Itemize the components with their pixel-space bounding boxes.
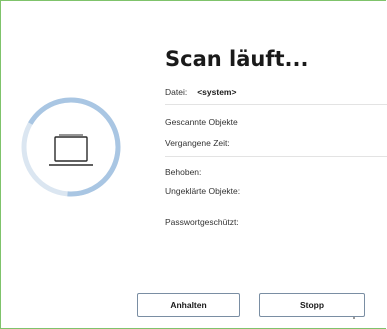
unresolved-row: Ungeklärte Objekte: bbox=[165, 186, 240, 196]
file-label: Datei: bbox=[165, 87, 188, 97]
password-protected-row: Passwortgeschützt: bbox=[165, 217, 239, 227]
page-title: Scan läuft... bbox=[165, 47, 309, 71]
file-row: Datei: <system> bbox=[165, 87, 236, 97]
divider bbox=[165, 156, 387, 157]
file-value: <system> bbox=[197, 87, 237, 97]
unresolved-label: Ungeklärte Objekte: bbox=[165, 186, 241, 196]
scan-window: Scan läuft... Datei: <system> Gescannte O… bbox=[0, 0, 387, 329]
fixed-label: Behoben: bbox=[165, 167, 202, 177]
progress-ring-arc bbox=[21, 97, 121, 197]
elapsed-time-row: Vergangene Zeit: bbox=[165, 138, 230, 148]
scan-progress-ring bbox=[21, 97, 121, 197]
scanned-objects-label: Gescannte Objekte bbox=[165, 117, 238, 127]
resize-grip[interactable] bbox=[353, 317, 355, 319]
stop-button[interactable]: Stopp bbox=[259, 293, 365, 317]
scanned-objects-row: Gescannte Objekte bbox=[165, 117, 238, 127]
password-protected-label: Passwortgeschützt: bbox=[165, 217, 239, 227]
elapsed-time-label: Vergangene Zeit: bbox=[165, 138, 230, 148]
fixed-row: Behoben: bbox=[165, 167, 201, 177]
pause-button[interactable]: Anhalten bbox=[137, 293, 240, 317]
laptop-icon bbox=[49, 134, 93, 166]
divider bbox=[165, 104, 387, 105]
